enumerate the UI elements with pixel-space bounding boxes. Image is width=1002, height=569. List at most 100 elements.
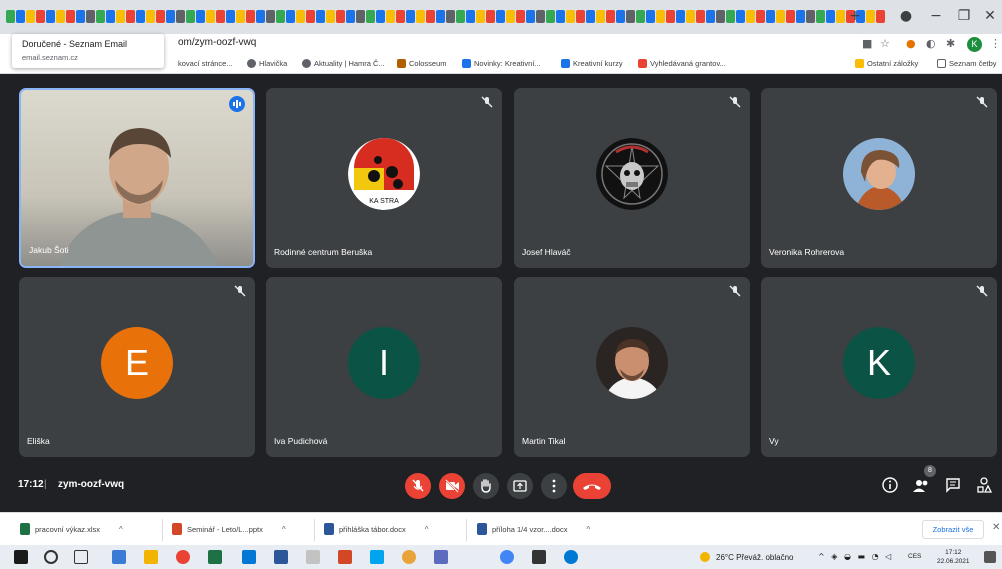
tab-favicon-icon[interactable] [346, 10, 355, 23]
tab-favicon-icon[interactable] [266, 10, 275, 23]
tab-favicon-icon[interactable] [606, 10, 615, 23]
bookmark-star-icon[interactable]: ☆ [880, 37, 890, 50]
tab-favicon-icon[interactable] [876, 10, 885, 23]
bookmark-item[interactable]: kovací stránce... [178, 59, 233, 68]
tab-favicon-icon[interactable] [36, 10, 45, 23]
camera-permission-icon[interactable]: ■ [862, 37, 872, 50]
reading-list[interactable]: Seznam četby [937, 59, 997, 68]
tab-favicon-icon[interactable] [636, 10, 645, 23]
tab-favicon-icon[interactable] [806, 10, 815, 23]
tab-favicon-icon[interactable] [6, 10, 15, 23]
tab-favicon-icon[interactable] [506, 10, 515, 23]
tab-favicon-icon[interactable] [156, 10, 165, 23]
tab-favicon-icon[interactable] [56, 10, 65, 23]
tab-favicon-icon[interactable] [86, 10, 95, 23]
tab-favicons[interactable] [6, 10, 885, 24]
tab-favicon-icon[interactable] [486, 10, 495, 23]
tab-favicon-icon[interactable] [306, 10, 315, 23]
tab-favicon-icon[interactable] [116, 10, 125, 23]
tab-favicon-icon[interactable] [316, 10, 325, 23]
chevron-up-icon[interactable]: ^ [282, 525, 286, 534]
camera-toggle-button[interactable] [439, 473, 465, 499]
people-icon[interactable] [912, 476, 930, 494]
browser-icon[interactable] [500, 550, 514, 564]
chevron-up-icon[interactable]: ^ [586, 525, 590, 534]
tab-favicon-icon[interactable] [706, 10, 715, 23]
tab-favicon-icon[interactable] [756, 10, 765, 23]
tab-favicon-icon[interactable] [566, 10, 575, 23]
tab-favicon-icon[interactable] [776, 10, 785, 23]
download-item[interactable]: pracovní výkaz.xlsx ^ [20, 523, 123, 535]
download-item[interactable]: příloha 1/4 vzor....docx ^ [477, 523, 590, 535]
participant-tile[interactable]: Jakub Šoti [19, 88, 255, 268]
tab-favicon-icon[interactable] [676, 10, 685, 23]
tab-favicon-icon[interactable] [516, 10, 525, 23]
store-icon[interactable] [532, 550, 546, 564]
tab-favicon-icon[interactable] [466, 10, 475, 23]
tab-favicon-icon[interactable] [206, 10, 215, 23]
other-bookmarks[interactable]: Ostatní záložky [855, 59, 918, 68]
meeting-details-icon[interactable] [881, 476, 899, 494]
edge-icon[interactable] [564, 550, 578, 564]
powerpoint-icon[interactable] [338, 550, 352, 564]
tab-favicon-icon[interactable] [356, 10, 365, 23]
download-item[interactable]: přihláška tábor.docx ^ [324, 523, 428, 535]
tab-favicon-icon[interactable] [256, 10, 265, 23]
tab-favicon-icon[interactable] [736, 10, 745, 23]
tab-search-icon[interactable]: ● [892, 8, 920, 24]
bookmark-item[interactable]: Novinky: Kreativní... [462, 59, 541, 68]
app-icon[interactable] [402, 550, 416, 564]
close-window-button[interactable]: ✕ [976, 8, 1002, 24]
tab-favicon-icon[interactable] [596, 10, 605, 23]
tab-favicon-icon[interactable] [716, 10, 725, 23]
calculator-icon[interactable] [434, 550, 448, 564]
system-clock[interactable]: 17:12 22.06.2021 [937, 548, 970, 566]
system-tray-icons[interactable]: ^ ◈ ◒ ▬ ◔ ◁ [818, 552, 893, 561]
tab-favicon-icon[interactable] [746, 10, 755, 23]
tab-favicon-icon[interactable] [336, 10, 345, 23]
show-all-downloads-button[interactable]: Zobrazit vše [922, 520, 984, 539]
tab-favicon-icon[interactable] [216, 10, 225, 23]
tab-favicon-icon[interactable] [236, 10, 245, 23]
tab-favicon-icon[interactable] [16, 10, 25, 23]
tab-favicon-icon[interactable] [786, 10, 795, 23]
tab-favicon-icon[interactable] [416, 10, 425, 23]
tab-favicon-icon[interactable] [646, 10, 655, 23]
tab-favicon-icon[interactable] [96, 10, 105, 23]
tab-favicon-icon[interactable] [276, 10, 285, 23]
extension-icon[interactable]: ● [906, 37, 916, 50]
participant-tile[interactable]: KA STRA Rodinné centrum Beruška [266, 88, 502, 268]
bookmark-item[interactable]: Aktuality | Hamra Č... [302, 59, 385, 68]
tab-favicon-icon[interactable] [196, 10, 205, 23]
browser-menu-icon[interactable]: ⋮ [990, 37, 1001, 50]
tab-favicon-icon[interactable] [376, 10, 385, 23]
tab-favicon-icon[interactable] [136, 10, 145, 23]
activities-icon[interactable] [975, 476, 993, 494]
profile-avatar[interactable]: K [967, 37, 982, 52]
minimize-window-button[interactable]: − [922, 8, 950, 24]
tab-favicon-icon[interactable] [456, 10, 465, 23]
extensions-puzzle-icon[interactable]: ✱ [946, 37, 955, 50]
participant-tile[interactable]: K Vy [761, 277, 997, 457]
tab-favicon-icon[interactable] [766, 10, 775, 23]
input-language[interactable]: CES [908, 553, 921, 560]
windows-start-icon[interactable] [14, 550, 28, 564]
tab-favicon-icon[interactable] [226, 10, 235, 23]
tab-favicon-icon[interactable] [686, 10, 695, 23]
tab-favicon-icon[interactable] [146, 10, 155, 23]
tab-favicon-icon[interactable] [126, 10, 135, 23]
tab-favicon-icon[interactable] [396, 10, 405, 23]
word-icon[interactable] [274, 550, 288, 564]
tab-favicon-icon[interactable] [66, 10, 75, 23]
tab-favicon-icon[interactable] [286, 10, 295, 23]
tab-favicon-icon[interactable] [626, 10, 635, 23]
tab-favicon-icon[interactable] [366, 10, 375, 23]
leave-call-button[interactable] [573, 473, 611, 499]
notifications-icon[interactable] [984, 551, 996, 563]
url-field[interactable]: om/zym-oozf-vwq [178, 37, 256, 48]
bookmark-item[interactable]: Kreativní kurzy [561, 59, 623, 68]
bookmark-item[interactable]: Colosseum [397, 59, 447, 68]
tab-favicon-icon[interactable] [326, 10, 335, 23]
mic-toggle-button[interactable] [405, 473, 431, 499]
bookmark-item[interactable]: Vyhledávaná grantov... [638, 59, 726, 68]
